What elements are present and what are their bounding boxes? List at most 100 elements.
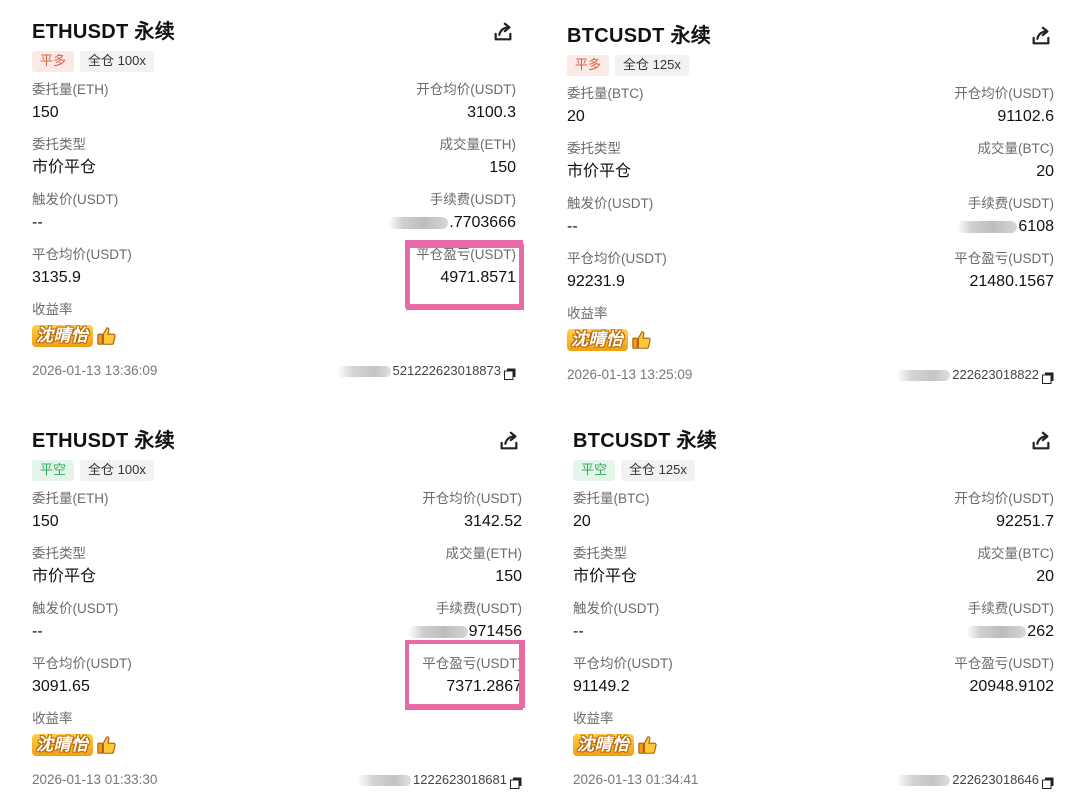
trigger-price-value: --: [32, 623, 43, 640]
redacted-blur: [896, 369, 951, 381]
redacted-blur: [388, 216, 449, 229]
order-qty-label: 委托量(ETH): [32, 82, 109, 97]
order-type-label: 委托类型: [32, 546, 86, 561]
order-id: 222623018646: [896, 769, 1054, 791]
redacted-blur: [407, 625, 468, 638]
pnl-highlight-box: [406, 244, 524, 310]
filled-qty-value: 20: [1036, 163, 1054, 180]
order-id-value: 222623018646: [952, 772, 1039, 787]
order-card: ETHUSDT 永续 平空 全仓 100x 委托量(ETH) 150 开仓均价(U…: [0, 405, 535, 811]
thumbs-up-icon: [637, 734, 659, 756]
fee-value: 6108: [1018, 218, 1054, 235]
redacted-blur: [336, 365, 391, 377]
side-badge: 平多: [567, 55, 610, 76]
order-timestamp: 2026-01-13 01:33:30: [32, 772, 158, 787]
order-qty-label: 委托量(BTC): [567, 86, 644, 101]
realized-pnl-value: 20948.9102: [969, 678, 1054, 695]
trigger-price-label: 触发价(USDT): [32, 601, 119, 616]
filled-qty-label: 成交量(BTC): [977, 546, 1055, 561]
open-avg-label: 开仓均价(USDT): [422, 491, 522, 506]
open-avg-value: 91102.6: [997, 108, 1054, 125]
order-id: 222623018822: [896, 364, 1054, 386]
side-badge: 平空: [573, 460, 616, 481]
pnl-highlight-box: [405, 640, 523, 710]
fee-value: .7703666: [449, 214, 516, 231]
realized-pnl-value: 21480.1567: [969, 273, 1054, 290]
order-type-label: 委托类型: [567, 141, 621, 156]
contract-title: ETHUSDT 永续: [32, 430, 175, 452]
redacted-blur: [357, 774, 411, 786]
order-id-value: 521222623018873: [392, 363, 501, 378]
order-type-label: 委托类型: [32, 137, 86, 152]
order-id: 521222623018873: [336, 360, 516, 382]
open-avg-label: 开仓均价(USDT): [954, 86, 1054, 101]
sticker-text: 沈晴怡: [573, 734, 634, 756]
order-card: BTCUSDT 永续 平多 全仓 125x 委托量(BTC) 20 开仓均价(US…: [535, 0, 1084, 405]
fee-value: 262: [1027, 623, 1054, 640]
close-avg-value: 3135.9: [32, 269, 81, 286]
open-avg-value: 3142.52: [464, 513, 522, 530]
filled-qty-label: 成交量(ETH): [445, 546, 523, 561]
sticker-text: 沈晴怡: [567, 329, 628, 351]
share-icon[interactable]: [492, 21, 514, 43]
thumbs-up-icon: [96, 325, 118, 347]
close-avg-label: 平仓均价(USDT): [567, 251, 667, 266]
fee-label: 手续费(USDT): [435, 601, 522, 616]
open-avg-value: 92251.7: [996, 513, 1054, 530]
close-avg-label: 平仓均价(USDT): [32, 656, 132, 671]
trigger-price-label: 触发价(USDT): [567, 196, 654, 211]
name-sticker: 沈晴怡: [32, 323, 516, 349]
share-icon[interactable]: [498, 430, 520, 452]
close-avg-label: 平仓均价(USDT): [573, 656, 673, 671]
open-avg-value: 3100.3: [467, 104, 516, 121]
share-icon[interactable]: [1030, 25, 1052, 47]
close-avg-value: 3091.65: [32, 678, 90, 695]
name-sticker: 沈晴怡: [573, 732, 1054, 758]
open-avg-label: 开仓均价(USDT): [954, 491, 1054, 506]
copy-icon[interactable]: [1042, 369, 1054, 384]
redacted-blur: [957, 220, 1018, 233]
trigger-price-value: --: [32, 214, 43, 231]
copy-icon[interactable]: [510, 774, 522, 789]
order-card: BTCUSDT 永续 平空 全仓 125x 委托量(BTC) 20 开仓均价(US…: [535, 405, 1084, 811]
order-type-value: 市价平仓: [32, 568, 97, 585]
order-qty-label: 委托量(ETH): [32, 491, 109, 506]
fee-label: 手续费(USDT): [429, 192, 516, 207]
order-timestamp: 2026-01-13 13:36:09: [32, 363, 158, 378]
fee-value: 971456: [468, 623, 522, 640]
filled-qty-label: 成交量(BTC): [977, 141, 1055, 156]
close-avg-value: 91149.2: [573, 678, 630, 695]
order-qty-value: 20: [567, 108, 585, 125]
margin-mode-badge: 全仓 100x: [80, 460, 154, 481]
contract-title: BTCUSDT 永续: [567, 25, 712, 47]
fee-label: 手续费(USDT): [967, 601, 1054, 616]
trigger-price-label: 触发价(USDT): [32, 192, 119, 207]
fee-label: 手续费(USDT): [967, 196, 1054, 211]
thumbs-up-icon: [96, 734, 118, 756]
trigger-price-value: --: [567, 218, 578, 235]
side-badge: 平空: [32, 460, 75, 481]
margin-mode-badge: 全仓 125x: [621, 460, 695, 481]
margin-mode-badge: 全仓 100x: [80, 51, 154, 72]
name-sticker: 沈晴怡: [567, 327, 1054, 353]
order-timestamp: 2026-01-13 01:34:41: [573, 772, 699, 787]
sticker-text: 沈晴怡: [32, 325, 93, 347]
copy-icon[interactable]: [1042, 774, 1054, 789]
yield-label: 收益率: [32, 711, 73, 726]
yield-label: 收益率: [573, 711, 614, 726]
share-icon[interactable]: [1030, 430, 1052, 452]
filled-qty-label: 成交量(ETH): [439, 137, 517, 152]
contract-title: ETHUSDT 永续: [32, 21, 175, 43]
order-qty-value: 150: [32, 104, 59, 121]
order-id: 1222623018681: [357, 769, 522, 791]
copy-icon[interactable]: [504, 365, 516, 380]
contract-title: BTCUSDT 永续: [573, 430, 718, 452]
redacted-blur: [896, 774, 951, 786]
order-type-value: 市价平仓: [573, 568, 638, 585]
thumbs-up-icon: [631, 329, 653, 351]
side-badge: 平多: [32, 51, 75, 72]
order-qty-label: 委托量(BTC): [573, 491, 650, 506]
filled-qty-value: 20: [1036, 568, 1054, 585]
order-id-value: 222623018822: [952, 367, 1039, 382]
redacted-blur: [966, 625, 1027, 638]
